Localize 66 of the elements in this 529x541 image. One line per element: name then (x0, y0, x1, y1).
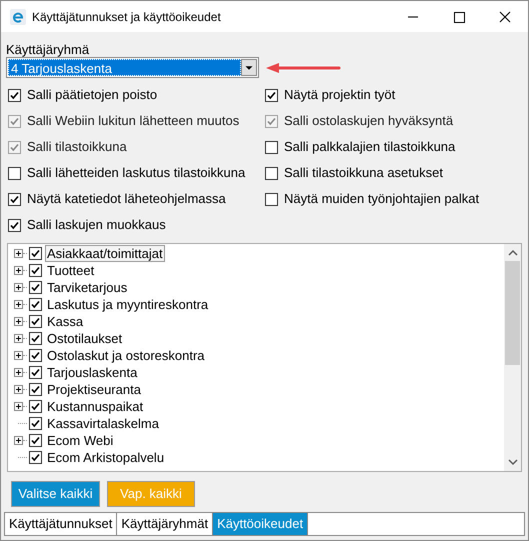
checkbox-label: Salli ostolaskujen hyväksyntä (284, 112, 454, 130)
checked-checkbox[interactable] (29, 281, 42, 294)
checkbox-label: Salli Webiin lukitun lähetteen muutos (27, 112, 240, 130)
tree-item[interactable]: Laskutus ja myyntireskontra (45, 296, 210, 313)
expand-icon[interactable] (14, 334, 23, 343)
scrollbar[interactable] (504, 244, 521, 471)
checkbox-label: Salli päätietojen poisto (27, 86, 158, 104)
checked-checkbox[interactable] (29, 383, 42, 396)
checked-checkbox[interactable] (29, 264, 42, 277)
checkbox-label: Näytä projektin työt (284, 86, 396, 104)
expand-icon[interactable] (14, 402, 23, 411)
expand-icon[interactable] (14, 300, 23, 309)
tree-item[interactable]: Ecom Arkistopalvelu (45, 449, 166, 466)
tree-item[interactable]: Tarviketarjous (45, 279, 130, 296)
checkbox-label: Salli tilastoikkuna (27, 138, 127, 156)
checkbox-label: Salli palkkalajien tilastoikkuna (284, 138, 456, 156)
window-title: Käyttäjätunnukset ja käyttöoikeudet (32, 8, 221, 26)
checked-checkbox[interactable] (8, 88, 21, 102)
expand-icon[interactable] (14, 368, 23, 377)
checkbox[interactable] (265, 166, 278, 180)
checked-checkbox[interactable] (265, 88, 278, 102)
tree-item[interactable]: Ostotilaukset (45, 330, 124, 347)
tree-item[interactable]: Tarjouslaskenta (45, 364, 140, 381)
checked-checkbox[interactable] (29, 349, 42, 362)
arrow-icon (265, 62, 341, 74)
checkbox[interactable] (8, 166, 21, 180)
checkbox-label: Salli lähetteiden laskutus tilastoikkuna (27, 164, 246, 182)
checkbox-label: Salli tilastoikkuna asetukset (284, 164, 443, 182)
tree-item[interactable]: Projektiseuranta (45, 381, 143, 398)
checked-checkbox[interactable] (29, 417, 42, 430)
checkbox-label: Näytä katetiedot läheteohjelmassa (27, 190, 226, 208)
checked-checkbox[interactable] (29, 451, 42, 464)
checked-checkbox[interactable] (29, 298, 42, 311)
select-all-button[interactable]: Valitse kaikki (11, 481, 100, 507)
field-label: Käyttäjäryhmä (6, 43, 90, 57)
checked-checkbox[interactable] (29, 315, 42, 328)
checked-checkbox[interactable] (29, 434, 42, 447)
checked-checkbox[interactable] (29, 400, 42, 413)
checkbox[interactable] (265, 140, 278, 154)
tree-item[interactable]: Ecom Webi (45, 432, 116, 449)
caret-icon[interactable] (241, 59, 257, 76)
tree-item[interactable]: Kassavirtalaskelma (45, 415, 161, 432)
scroll-thumb[interactable] (505, 261, 520, 365)
checkbox-label: Salli laskujen muokkaus (27, 216, 166, 234)
tree-item[interactable]: Asiakkaat/toimittajat (45, 245, 165, 262)
checked-checkbox[interactable] (29, 366, 42, 379)
checkbox-label: Näytä muiden työnjohtajien palkat (284, 190, 480, 208)
expand-icon[interactable] (14, 266, 23, 275)
expand-icon[interactable] (14, 249, 23, 258)
tab[interactable]: Käyttöoikeudet (213, 513, 308, 535)
tree-item[interactable]: Kustannuspaikat (45, 398, 146, 415)
expand-icon[interactable] (14, 317, 23, 326)
tree-item[interactable]: Ostolaskut ja ostoreskontra (45, 347, 207, 364)
checkbox[interactable] (265, 192, 278, 206)
app-logo-icon (10, 8, 26, 24)
tree-item[interactable]: Tuotteet (45, 262, 96, 279)
expand-icon[interactable] (14, 351, 23, 360)
expand-icon[interactable] (14, 436, 23, 445)
expand-icon[interactable] (14, 385, 23, 394)
checked-checkbox[interactable] (8, 218, 21, 232)
tree-item[interactable]: Kassa (45, 313, 86, 330)
expand-icon[interactable] (14, 283, 23, 292)
checked-checkbox[interactable] (8, 192, 21, 206)
checked-checkbox[interactable] (29, 247, 42, 260)
group-dropdown[interactable]: 4 Tarjouslaskenta (6, 57, 259, 78)
checked-checkbox[interactable] (29, 332, 42, 345)
